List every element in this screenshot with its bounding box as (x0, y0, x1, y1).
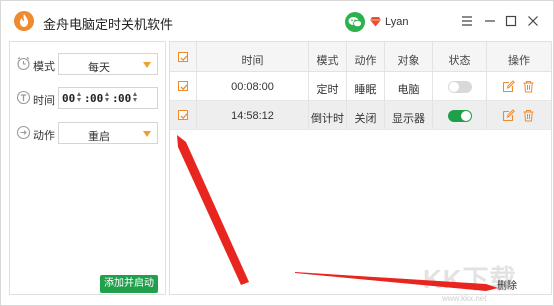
annotation-arrow-right (295, 272, 498, 291)
app-window: 金舟电脑定时关机软件 Lyan 模式 每天 时间 00 : 00: 00 动作… (0, 0, 554, 306)
annotation-arrow-up-left (177, 135, 249, 285)
annotation-arrows (177, 135, 498, 291)
